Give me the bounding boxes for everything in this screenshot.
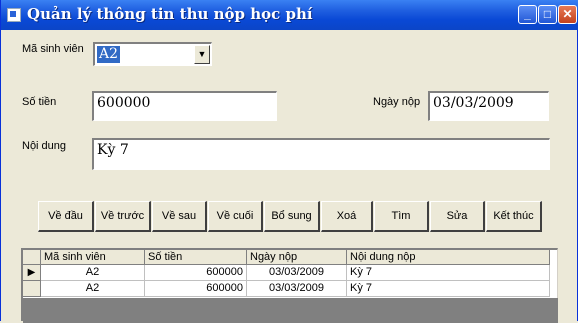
exit-button[interactable]: Kết thúc (486, 201, 542, 232)
student-id-combo[interactable]: A2 ▼ (93, 42, 212, 66)
content-label: Nội dung (22, 140, 67, 152)
column-header-amount[interactable]: Số tiền (145, 250, 247, 265)
date-field[interactable]: 03/03/2009 (428, 91, 549, 121)
table-cell[interactable]: 03/03/2009 (247, 265, 347, 281)
row-selector[interactable] (23, 281, 41, 297)
content-field[interactable]: Kỳ 7 (92, 138, 550, 170)
column-header-student-id[interactable]: Mã sinh viên (41, 250, 145, 265)
date-label: Ngày nộp (373, 96, 421, 108)
table-cell[interactable]: 600000 (145, 265, 247, 281)
grid-empty-area (23, 298, 558, 323)
maximize-button[interactable]: □ (538, 5, 557, 24)
table-cell[interactable]: A2 (41, 265, 145, 281)
student-id-value[interactable]: A2 (97, 46, 121, 63)
first-record-button[interactable]: Về đầu (38, 201, 94, 232)
edit-button[interactable]: Sửa (430, 201, 485, 232)
close-button[interactable]: ✕ (558, 5, 577, 24)
previous-record-button[interactable]: Về trước (95, 201, 151, 232)
app-icon[interactable] (7, 8, 21, 22)
find-button[interactable]: Tìm (374, 201, 429, 232)
data-grid[interactable]: Mã sinh viên Số tiền Ngày nộp Nội dung n… (21, 248, 558, 323)
column-header-content[interactable]: Nội dung nộp (347, 250, 550, 265)
app-window: Quản lý thông tin thu nộp học phí _ □ ✕ … (0, 0, 578, 323)
window-title: Quản lý thông tin thu nộp học phí (27, 5, 313, 23)
row-selector[interactable]: ▶ (23, 265, 41, 281)
last-record-button[interactable]: Về cuối (208, 201, 263, 232)
student-id-label: Mã sinh viên (22, 43, 84, 55)
table-cell[interactable]: 03/03/2009 (247, 281, 347, 297)
amount-field[interactable]: 600000 (92, 91, 277, 121)
table-cell[interactable]: Kỳ 7 (347, 265, 550, 281)
minimize-button[interactable]: _ (518, 5, 537, 24)
next-record-button[interactable]: Về sau (152, 201, 207, 232)
title-bar[interactable]: Quản lý thông tin thu nộp học phí _ □ ✕ (1, 0, 578, 30)
add-button[interactable]: Bổ sung (264, 201, 320, 232)
column-header-date[interactable]: Ngày nộp (247, 250, 347, 265)
table-cell[interactable]: Kỳ 7 (347, 281, 550, 297)
table-cell[interactable]: A2 (41, 281, 145, 297)
chevron-down-icon[interactable]: ▼ (194, 45, 210, 64)
delete-button[interactable]: Xoá (321, 201, 373, 232)
table-cell[interactable]: 600000 (145, 281, 247, 297)
grid-corner (23, 250, 41, 265)
amount-label: Số tiền (22, 96, 57, 108)
